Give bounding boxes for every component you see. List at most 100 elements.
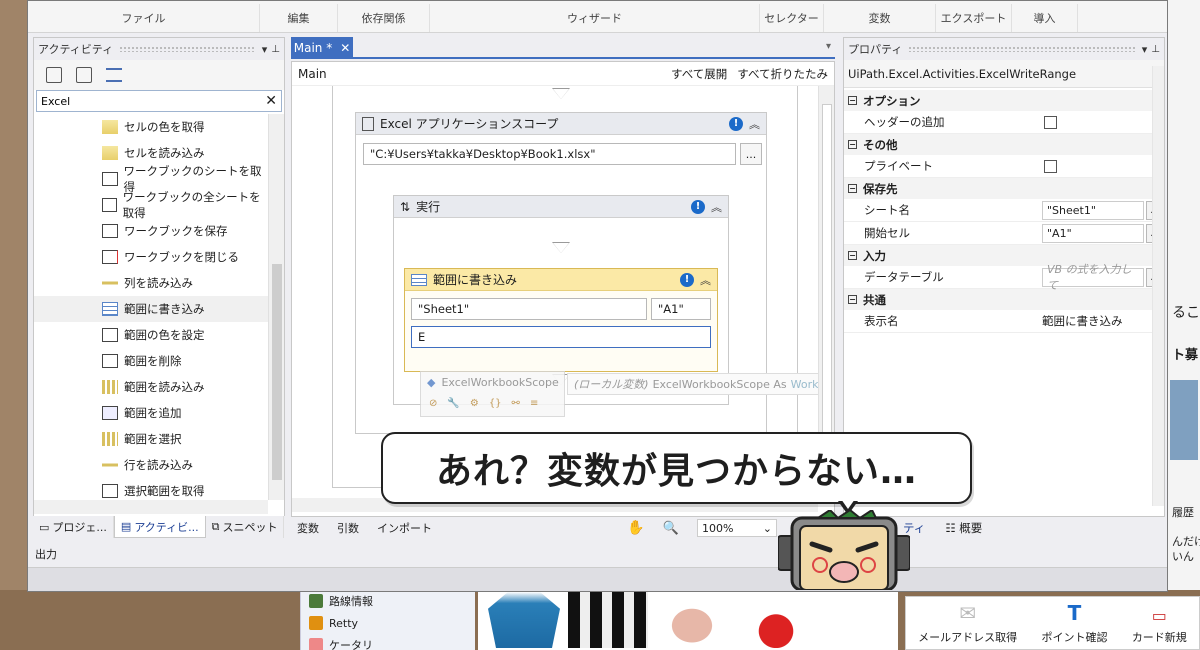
point-tile[interactable]: T ポイント確認 xyxy=(1041,601,1107,645)
add-headers-checkbox[interactable] xyxy=(1044,115,1057,129)
activity-item[interactable]: 列を読み込み xyxy=(34,270,268,296)
filter-list-icon[interactable]: ≡ xyxy=(530,398,538,409)
activity-item[interactable]: ワークブックを保存 xyxy=(34,218,268,244)
handwarmer-image[interactable] xyxy=(652,592,732,648)
start-cell-property-input[interactable]: "A1" xyxy=(1042,223,1144,243)
validation-warning-icon[interactable]: ! xyxy=(691,199,705,214)
card-tile[interactable]: ▭ カード新規 xyxy=(1132,606,1187,645)
property-row: シート名"Sheet1"... xyxy=(844,199,1164,222)
activity-item[interactable]: ワークブックを閉じる xyxy=(34,244,268,270)
sake-image[interactable] xyxy=(568,592,648,648)
tab-main[interactable]: Main * ✕ xyxy=(291,37,353,59)
output-panel-label[interactable]: 出力 xyxy=(35,546,57,562)
background-link[interactable]: Retty xyxy=(301,612,475,634)
collapse-box-icon[interactable]: − xyxy=(848,184,857,193)
ribbon-group-deploy[interactable]: 導入 xyxy=(1012,4,1078,32)
datatable-property-input[interactable]: VB の式を入力して xyxy=(1042,263,1144,292)
arguments-tab[interactable]: 引数 xyxy=(337,520,359,536)
ribbon-group-selector[interactable]: セレクター xyxy=(760,4,824,32)
collapse-box-icon[interactable]: − xyxy=(848,295,857,304)
browse-file-button[interactable]: ... xyxy=(740,143,762,165)
expand-all-icon[interactable] xyxy=(46,67,62,83)
activities-search-input[interactable] xyxy=(41,94,266,108)
sheet-name-property-input[interactable]: "Sheet1" xyxy=(1042,200,1144,220)
activity-item[interactable]: 行を読み込み xyxy=(34,452,268,478)
list-view-icon[interactable] xyxy=(106,68,122,82)
activity-item[interactable]: ワークブックの全シートを取得 xyxy=(34,190,268,220)
tab-snippets[interactable]: ⧉ スニペット xyxy=(206,516,285,538)
pan-hand-icon[interactable]: ✋ xyxy=(627,520,644,536)
category-destination[interactable]: − 保存先 xyxy=(844,178,1164,199)
collapse-all-icon[interactable] xyxy=(76,67,92,83)
background-link[interactable]: ケータリ xyxy=(301,634,475,650)
dropdown-arrow-icon[interactable]: ▾ xyxy=(262,43,268,56)
workbook-path-input[interactable]: "C:¥Users¥takka¥Desktop¥Book1.xlsx" xyxy=(363,143,736,165)
pin-icon[interactable]: ⊥ xyxy=(271,44,280,55)
ribbon-group-wizard[interactable]: ウィザード xyxy=(430,4,760,32)
variables-tab[interactable]: 変数 xyxy=(297,520,319,536)
activity-item[interactable]: 範囲を追加 xyxy=(34,400,268,426)
background-link[interactable]: 路線情報 xyxy=(301,590,475,612)
display-name-property-input[interactable]: 範囲に書き込み xyxy=(1042,310,1164,332)
jacket-image[interactable] xyxy=(488,592,560,648)
collapse-icon[interactable]: ︽ xyxy=(711,199,722,215)
activity-item[interactable]: 範囲を読み込み xyxy=(34,374,268,400)
activity-item-write-range[interactable]: 範囲に書き込み xyxy=(34,296,268,322)
close-tab-icon[interactable]: ✕ xyxy=(340,41,350,55)
ribbon-group-variables[interactable]: 変数 xyxy=(824,4,936,32)
datatable-input[interactable]: E xyxy=(411,326,711,348)
activity-item[interactable]: セルの色を取得 xyxy=(34,114,268,140)
autocomplete-item[interactable]: ◆ ExcelWorkbookScope xyxy=(421,372,564,392)
filter-type-icon[interactable]: ⚙ xyxy=(470,398,479,409)
zoom-search-icon[interactable]: 🔍 xyxy=(663,521,679,536)
activities-horizontal-scrollbar[interactable] xyxy=(34,500,268,514)
activities-vertical-scrollbar[interactable] xyxy=(268,114,284,500)
tab-activities[interactable]: ▤ アクティビ... xyxy=(113,516,206,538)
ribbon-group-dependencies[interactable]: 依存関係 xyxy=(338,4,430,32)
validation-warning-icon[interactable]: ! xyxy=(680,272,694,287)
clear-search-icon[interactable]: ✕ xyxy=(265,93,277,109)
activity-item[interactable]: 範囲の色を設定 xyxy=(34,322,268,348)
properties-scrollbar[interactable] xyxy=(1152,66,1164,506)
filter-link-icon[interactable]: ⚯ xyxy=(512,398,520,409)
ribbon-group-file[interactable]: ファイル xyxy=(28,4,260,32)
mail-tile[interactable]: ✉ メールアドレス取得 xyxy=(918,601,1017,645)
ribbon-group-edit[interactable]: 編集 xyxy=(260,4,338,32)
filter-all-icon[interactable]: ⊘ xyxy=(429,398,437,409)
zoom-select[interactable]: 100% ⌄ xyxy=(697,519,777,537)
scroll-thumb[interactable] xyxy=(272,264,282,480)
collapse-box-icon[interactable]: − xyxy=(848,140,857,149)
collapse-all-link[interactable]: すべて折りたたみ xyxy=(737,66,828,82)
dropdown-arrow-icon[interactable]: ▾ xyxy=(1142,43,1148,56)
tab-list-dropdown-icon[interactable]: ▾ xyxy=(826,41,831,52)
drag-grip[interactable] xyxy=(119,46,256,52)
document-tabs: Main * ✕ ▾ xyxy=(291,37,835,59)
activity-item[interactable]: 範囲を削除 xyxy=(34,348,268,374)
private-checkbox[interactable] xyxy=(1044,159,1057,173)
validation-warning-icon[interactable]: ! xyxy=(729,116,743,131)
category-options[interactable]: − オプション xyxy=(844,90,1164,111)
ribbon-group-export[interactable]: エクスポート xyxy=(936,4,1012,32)
activity-item[interactable]: 範囲を選択 xyxy=(34,426,268,452)
category-misc[interactable]: − その他 xyxy=(844,134,1164,155)
collapse-icon[interactable]: ︽ xyxy=(749,116,760,132)
write-range-activity[interactable]: 範囲に書き込み ! ︽ "Sheet1" "A1" E xyxy=(404,268,718,372)
sneaker-image[interactable] xyxy=(736,592,816,648)
pin-icon[interactable]: ⊥ xyxy=(1151,44,1160,55)
start-cell-input[interactable]: "A1" xyxy=(651,298,711,320)
collapse-icon[interactable]: ︽ xyxy=(700,272,711,288)
filter-wrench-icon[interactable]: 🔧 xyxy=(447,398,459,409)
sheet-name-input[interactable]: "Sheet1" xyxy=(411,298,647,320)
collapse-box-icon[interactable]: − xyxy=(848,96,857,105)
activities-toolbar xyxy=(34,60,284,90)
scroll-thumb[interactable] xyxy=(822,104,832,464)
expand-all-link[interactable]: すべて展開 xyxy=(671,66,727,82)
imports-tab[interactable]: インポート xyxy=(377,520,432,536)
activity-item[interactable]: 選択範囲を取得 xyxy=(34,478,268,500)
drag-grip[interactable] xyxy=(908,46,1136,52)
collapse-box-icon[interactable]: − xyxy=(848,251,857,260)
filter-braces-icon[interactable]: {} xyxy=(489,398,502,409)
breadcrumb[interactable]: Main xyxy=(298,67,327,81)
tab-project[interactable]: ▭ プロジェ... xyxy=(33,516,114,538)
tab-outline[interactable]: ☷ 概要 xyxy=(945,520,982,536)
